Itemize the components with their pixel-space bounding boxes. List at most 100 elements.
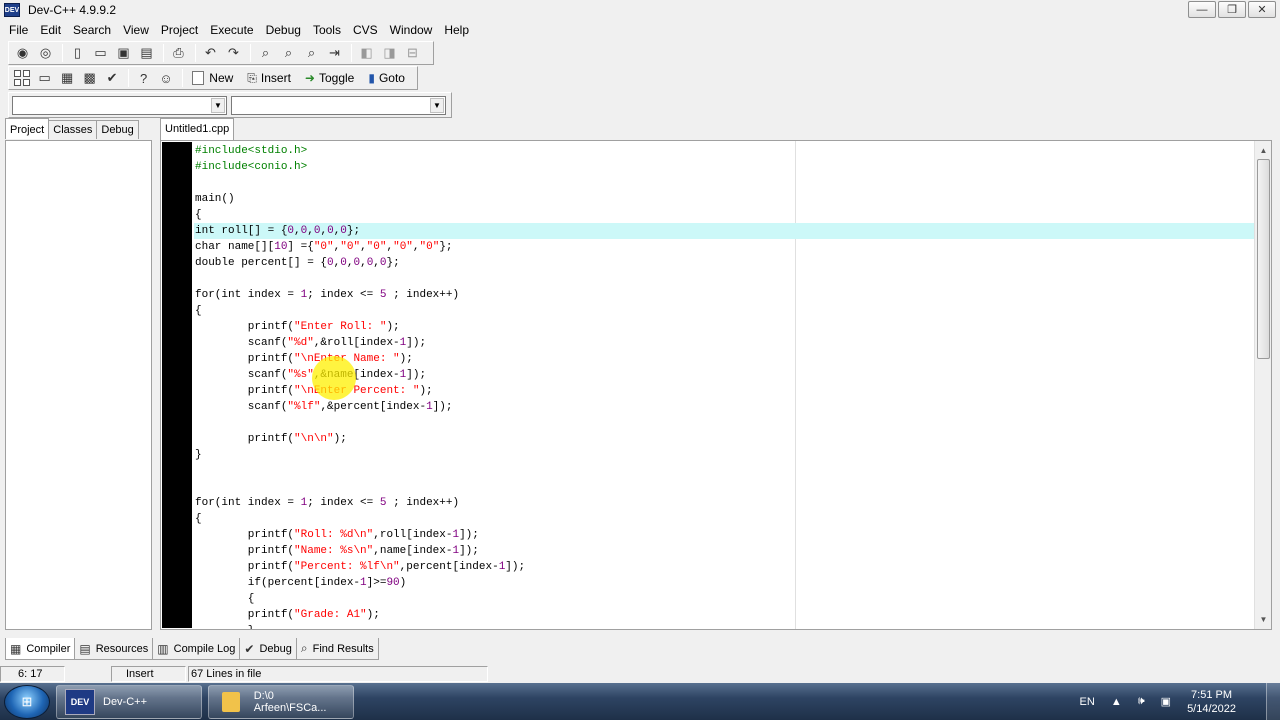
menu-help[interactable]: Help [438,20,475,40]
menu-file[interactable]: File [3,20,34,40]
new-button[interactable]: New [187,68,238,88]
start-button[interactable]: ⊞ [4,684,50,719]
find-next-icon[interactable]: ⌕ [301,43,322,63]
code-line[interactable]: double percent[] = {0,0,0,0,0}; [195,255,1255,271]
menu-cvs[interactable]: CVS [347,20,384,40]
maximize-button[interactable]: ❐ [1218,1,1246,18]
code-line[interactable]: printf("Roll: %d\n",roll[index-1]); [195,527,1255,543]
close-file-icon[interactable]: ▤ [136,43,157,63]
code-line[interactable]: printf("Grade: A1"); [195,607,1255,623]
code-line[interactable]: { [195,303,1255,319]
code-line[interactable]: #include<stdio.h> [195,143,1255,159]
menu-project[interactable]: Project [155,20,204,40]
show-desktop-button[interactable] [1266,683,1280,720]
chevron-down-icon[interactable]: ▼ [430,97,444,113]
close-project-icon[interactable]: ◎ [35,43,56,63]
taskbar-devcpp[interactable]: DEV Dev-C++ [56,684,202,719]
volume-icon[interactable]: 🕪 [1138,695,1145,708]
code-line[interactable]: for(int index = 1; index <= 5 ; index++) [195,495,1255,511]
tab-compile-log[interactable]: ▥ Compile Log [152,638,241,660]
debug-check-icon[interactable]: ✔ [102,68,122,88]
code-line[interactable] [195,415,1255,431]
redo-icon[interactable]: ↷ [223,43,244,63]
indent-left-icon[interactable]: ◧ [356,43,377,63]
undo-icon[interactable]: ↶ [200,43,221,63]
taskbar-explorer[interactable]: D:\0 Arfeen\FSCa... [208,684,354,719]
code-line[interactable]: scanf("%lf",&percent[index-1]); [195,399,1255,415]
code-line[interactable]: { [195,591,1255,607]
insert-button[interactable]: ⎘ Insert [242,68,296,88]
menu-debug[interactable]: Debug [260,20,307,40]
class-combo[interactable]: ▼ [12,95,227,115]
toggle-button[interactable]: ➜ Toggle [300,68,359,88]
code-line[interactable]: printf("\nEnter Name: "); [195,351,1255,367]
clock[interactable]: 7:51 PM 5/14/2022 [1187,688,1236,716]
new-file-icon[interactable]: ▯ [67,43,88,63]
code-line[interactable]: } [195,623,1255,629]
close-button[interactable]: ✕ [1248,1,1276,18]
tab-debug-output[interactable]: ✔ Debug [239,638,297,660]
code-line[interactable] [195,463,1255,479]
tray-expand-icon[interactable]: ▲ [1111,696,1122,708]
code-line[interactable]: #include<conio.h> [195,159,1255,175]
open-project-icon[interactable]: ◉ [12,43,33,63]
tab-project[interactable]: Project [5,118,50,139]
code-line[interactable] [195,271,1255,287]
help-icon[interactable]: ? [133,68,153,88]
code-line[interactable]: printf("Enter Roll: "); [195,319,1255,335]
goto-line-icon[interactable]: ⇥ [324,43,345,63]
panel-splitter[interactable] [154,120,157,632]
code-line[interactable] [195,479,1255,495]
minimize-button[interactable]: — [1188,1,1216,18]
language-indicator[interactable]: EN [1080,696,1095,708]
run-icon[interactable]: ▭ [34,68,54,88]
chevron-down-icon[interactable]: ▼ [211,97,225,113]
vertical-scrollbar[interactable]: ▲ ▼ [1254,141,1271,629]
code-line[interactable] [195,175,1255,191]
tab-debug[interactable]: Debug [96,120,139,139]
menu-tools[interactable]: Tools [307,20,347,40]
code-line[interactable]: printf("Name: %s\n",name[index-1]); [195,543,1255,559]
compile-icon[interactable] [12,68,32,88]
tab-find-results[interactable]: ⌕ Find Results [295,638,379,660]
print-icon[interactable]: ⎙ [168,43,189,63]
compile-run-icon[interactable]: ▦ [57,68,77,88]
menu-execute[interactable]: Execute [204,20,259,40]
replace-icon[interactable]: ⌕ [278,43,299,63]
goto-button[interactable]: ▮ Goto [363,68,410,88]
scroll-down-icon[interactable]: ▼ [1256,611,1271,628]
editor-tab-untitled1[interactable]: Untitled1.cpp [160,118,235,140]
code-line[interactable]: if(percent[index-1]>=90) [195,575,1255,591]
menu-edit[interactable]: Edit [34,20,67,40]
devcpp-app-icon[interactable]: DEV [4,3,20,17]
tab-resources[interactable]: ▤ Resources [74,638,154,660]
tab-compiler[interactable]: ▦ Compiler [5,638,76,660]
code-line[interactable]: for(int index = 1; index <= 5 ; index++) [195,287,1255,303]
code-line[interactable]: scanf("%d",&roll[index-1]); [195,335,1255,351]
code-line[interactable]: { [195,207,1255,223]
unindent-icon[interactable]: ⊟ [402,43,423,63]
code-editor[interactable]: #include<stdio.h> #include<conio.h> main()… [160,140,1272,630]
open-file-icon[interactable]: ▭ [90,43,111,63]
project-browser-panel[interactable] [5,140,152,630]
about-icon[interactable]: ☺ [156,68,176,88]
save-all-icon[interactable]: ▣ [113,43,134,63]
menu-view[interactable]: View [117,20,155,40]
rebuild-all-icon[interactable]: ▩ [79,68,99,88]
member-combo[interactable]: ▼ [231,95,446,115]
code-line[interactable]: int roll[] = {0,0,0,0,0}; [194,223,1256,239]
find-icon[interactable]: ⌕ [255,43,276,63]
network-icon[interactable]: ▣ [1161,695,1171,708]
code-line[interactable]: printf("\n\n"); [195,431,1255,447]
code-line[interactable]: { [195,511,1255,527]
indent-right-icon[interactable]: ◨ [379,43,400,63]
code-line[interactable]: char name[][10] ={"0","0","0","0","0"}; [195,239,1255,255]
code-line[interactable]: printf("Percent: %lf\n",percent[index-1]… [195,559,1255,575]
scrollbar-thumb[interactable] [1257,159,1270,359]
menu-search[interactable]: Search [67,20,117,40]
scroll-up-icon[interactable]: ▲ [1256,142,1271,159]
code-line[interactable]: main() [195,191,1255,207]
menu-window[interactable]: Window [384,20,439,40]
tab-classes[interactable]: Classes [48,120,98,139]
code-line[interactable]: } [195,447,1255,463]
